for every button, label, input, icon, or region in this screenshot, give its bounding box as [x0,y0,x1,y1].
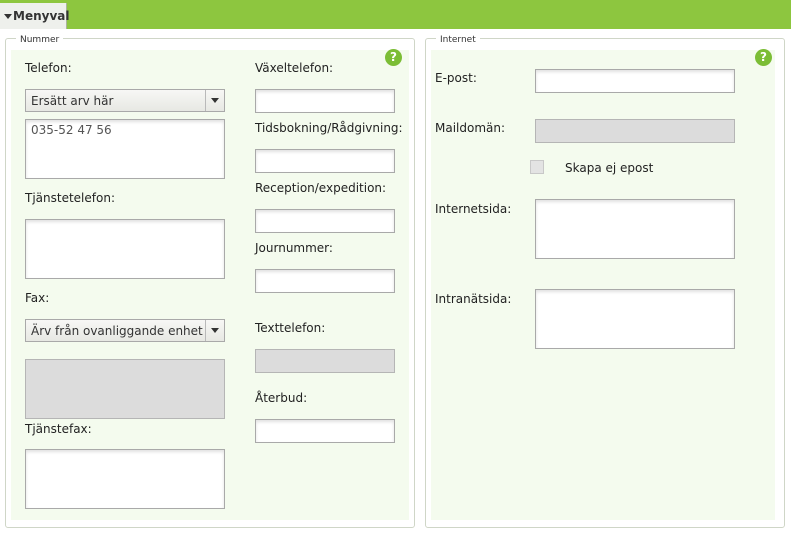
texttelefon-input [255,349,395,373]
fax-label: Fax: [25,291,50,305]
tidsbokning-input[interactable] [255,149,395,173]
internet-legend: Internet [436,35,480,45]
menu-button[interactable]: Menyval [0,3,70,29]
help-icon[interactable]: ? [755,49,772,66]
epost-label: E-post: [435,71,477,85]
intranatsida-textarea[interactable] [535,289,735,349]
fax-select-value: Ärv från ovanliggande enhet [31,324,203,338]
tidsbokning-label: Tidsbokning/Rådgivning: [255,121,403,135]
fax-textarea [25,359,225,419]
telefon-select[interactable]: Ersätt arv här [25,89,225,112]
top-bar: Menyval [0,0,791,29]
fax-select[interactable]: Ärv från ovanliggande enhet [25,319,225,342]
internetsida-textarea[interactable] [535,199,735,259]
reception-label: Reception/expedition: [255,181,387,195]
texttelefon-label: Texttelefon: [255,321,326,335]
chevron-down-icon [205,320,224,341]
epost-input[interactable] [535,69,735,93]
journummer-label: Journummer: [255,241,333,255]
help-icon[interactable]: ? [385,49,402,66]
aterbud-label: Återbud: [255,391,308,405]
maildoman-label: Maildomän: [435,121,506,135]
menu-label: Menyval [13,9,70,23]
chevron-down-icon [205,90,224,111]
skapa-ej-epost-checkbox[interactable] [530,160,544,174]
journummer-input[interactable] [255,269,395,293]
skapa-ej-epost-label: Skapa ej epost [565,161,654,175]
telefon-label: Telefon: [25,61,72,75]
tjanstetelefon-label: Tjänstetelefon: [25,191,115,205]
internetsida-label: Internetsida: [435,202,512,216]
tjanstetelefon-textarea[interactable] [25,219,225,279]
tjanstefax-label: Tjänstefax: [25,422,92,436]
tjanstefax-textarea[interactable] [25,449,225,509]
nummer-legend: Nummer [16,35,64,45]
maildoman-input [535,119,735,143]
vaxeltelefon-label: Växeltelefon: [255,61,334,75]
vaxeltelefon-input[interactable] [255,89,395,113]
intranatsida-label: Intranätsida: [435,292,512,306]
telefon-textarea[interactable]: 035-52 47 56 [25,119,225,179]
caret-down-icon [4,13,12,19]
telefon-select-value: Ersätt arv här [31,94,114,108]
reception-input[interactable] [255,209,395,233]
aterbud-input[interactable] [255,419,395,443]
